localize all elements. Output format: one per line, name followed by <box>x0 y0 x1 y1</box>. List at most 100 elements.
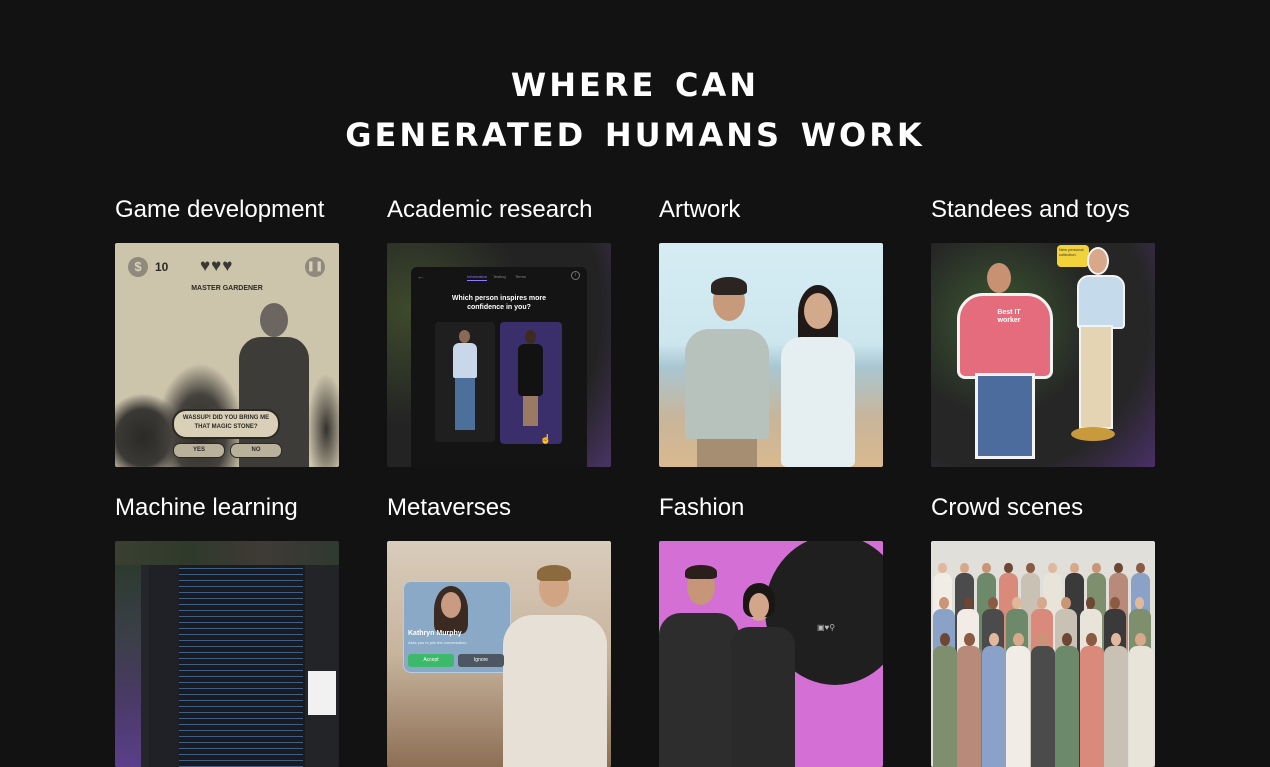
model-man-hair <box>685 565 717 579</box>
standee-woman-head <box>1087 247 1109 275</box>
card-metaverses[interactable]: Metaverses Kathryn Murphy Asks you to jo… <box>387 494 611 767</box>
crowd-person-head <box>1092 563 1101 574</box>
game-title: MASTER GARDENER <box>191 285 263 292</box>
fashion-image: ▣♥⚲ <box>659 541 883 767</box>
card-machine-learning[interactable]: Machine learning <box>115 494 339 767</box>
crowd-person-head <box>960 563 969 574</box>
call-card: Kathryn Murphy Asks you to join the conv… <box>403 581 511 673</box>
tab-testing[interactable]: Testing <box>493 274 506 279</box>
woman-face <box>804 293 832 329</box>
crowd-person-body <box>957 646 982 767</box>
dialog-bubble: WASSUP! DID YOU BRING ME THAT MAGIC STON… <box>172 409 280 439</box>
plot-output <box>308 671 336 715</box>
image-column <box>115 565 141 767</box>
person-head <box>459 330 470 343</box>
no-button[interactable]: NO <box>230 443 282 458</box>
file-explorer <box>149 565 179 767</box>
card-label: Game development <box>115 196 325 223</box>
card-academic-research[interactable]: Academic research ← Information Testing … <box>387 196 611 467</box>
avatar-sweater <box>503 615 607 767</box>
person-shirt <box>453 343 477 378</box>
man-sweater <box>685 329 769 439</box>
standee-man-head <box>987 263 1011 293</box>
crowd-person-body <box>933 646 957 767</box>
crowd-person-head <box>1136 563 1145 574</box>
standee-woman-top <box>1077 275 1125 329</box>
output-panel <box>305 565 339 767</box>
crowd-person-head <box>1004 563 1013 574</box>
card-label: Machine learning <box>115 494 298 521</box>
person-jeans <box>455 378 475 430</box>
avatar-hair <box>537 565 571 581</box>
crowd-person-body <box>1006 646 1031 767</box>
crowd-scenes-image <box>931 541 1155 767</box>
standee-man-shirt <box>957 293 1053 379</box>
card-crowd-scenes[interactable]: Crowd scenes <box>931 494 1155 767</box>
plant-illustration <box>307 373 339 467</box>
card-label: Artwork <box>659 196 741 223</box>
crowd-person-body <box>981 646 1006 767</box>
card-label: Metaverses <box>387 494 512 521</box>
person-head <box>525 330 536 344</box>
call-message: Asks you to join the conversation <box>408 640 467 645</box>
crowd-person-head <box>939 597 949 610</box>
card-label: Standees and toys <box>931 196 1130 223</box>
machine-learning-image <box>115 541 339 767</box>
cursor-icon: ☝ <box>540 434 552 444</box>
standee-man-jeans <box>975 373 1035 459</box>
crowd-person-body <box>1128 646 1153 767</box>
card-game-development[interactable]: Game development $ 10 ♥♥♥ ❚❚ MASTER GARD… <box>115 196 339 467</box>
standees-and-toys-image: Best IT worker New personal collection <box>931 243 1155 467</box>
person-legs <box>523 396 538 426</box>
collection-bubble: New personal collection <box>1057 245 1089 267</box>
accept-button[interactable]: Accept <box>408 654 454 667</box>
game-development-image: $ 10 ♥♥♥ ❚❚ MASTER GARDENER WASSUP! DID … <box>115 243 339 467</box>
activity-bar <box>141 565 149 767</box>
option-card-left[interactable] <box>435 322 495 442</box>
crowd-person-head <box>1086 633 1097 647</box>
page-headline: where can generated humans work <box>0 56 1270 156</box>
man-hair <box>711 277 747 295</box>
pause-icon[interactable]: ❚❚ <box>305 257 325 277</box>
card-fashion[interactable]: Fashion ▣♥⚲ <box>659 494 883 767</box>
standee-woman-trousers <box>1079 325 1113 429</box>
card-label: Fashion <box>659 494 745 521</box>
model-woman-face <box>749 593 769 619</box>
academic-research-image: ← Information Testing Terms i Which pers… <box>387 243 611 467</box>
ignore-button[interactable]: Ignore <box>458 654 504 667</box>
character-head <box>260 303 288 337</box>
info-icon[interactable]: i <box>571 271 580 280</box>
crowd-person-head <box>1048 563 1057 574</box>
tab-terms[interactable]: Terms <box>515 274 526 279</box>
crowd-person-body <box>1030 646 1055 767</box>
option-card-right[interactable]: ☝ <box>500 322 562 444</box>
card-artwork[interactable]: Artwork <box>659 196 883 467</box>
headline-line-1: where can <box>510 54 760 107</box>
crowd-person-head <box>1036 597 1047 610</box>
crowd-person-body <box>1079 646 1104 767</box>
card-label: Crowd scenes <box>931 494 1084 521</box>
crowd-person-head <box>1026 563 1035 574</box>
yes-button[interactable]: YES <box>173 443 225 458</box>
crowd-person-head <box>988 597 998 610</box>
card-label: Academic research <box>387 196 593 223</box>
artwork-image <box>659 243 883 467</box>
standee-base <box>1071 427 1115 441</box>
headline-line-2: generated humans work <box>345 104 925 157</box>
card-standees-and-toys[interactable]: Standees and toys Best IT worker New per… <box>931 196 1155 467</box>
tab-information[interactable]: Information <box>467 274 488 281</box>
caller-name: Kathryn Murphy <box>408 630 462 637</box>
shirt-tag: Best IT worker <box>997 309 1021 324</box>
crowd-person-head <box>964 633 975 647</box>
man-trousers <box>697 439 757 467</box>
model-woman-tshirt <box>731 627 795 767</box>
crowd-person-head <box>1114 563 1123 574</box>
person-dress <box>518 344 543 396</box>
app-window: ← Information Testing Terms i Which pers… <box>411 267 587 467</box>
crowd-person-head <box>1110 597 1120 610</box>
coin-count: 10 <box>155 260 169 274</box>
back-arrow-icon[interactable]: ← <box>417 272 425 281</box>
coin-icon: $ <box>128 257 148 277</box>
logo-icon: ▣♥⚲ <box>817 623 836 632</box>
metaverses-image: Kathryn Murphy Asks you to join the conv… <box>387 541 611 767</box>
